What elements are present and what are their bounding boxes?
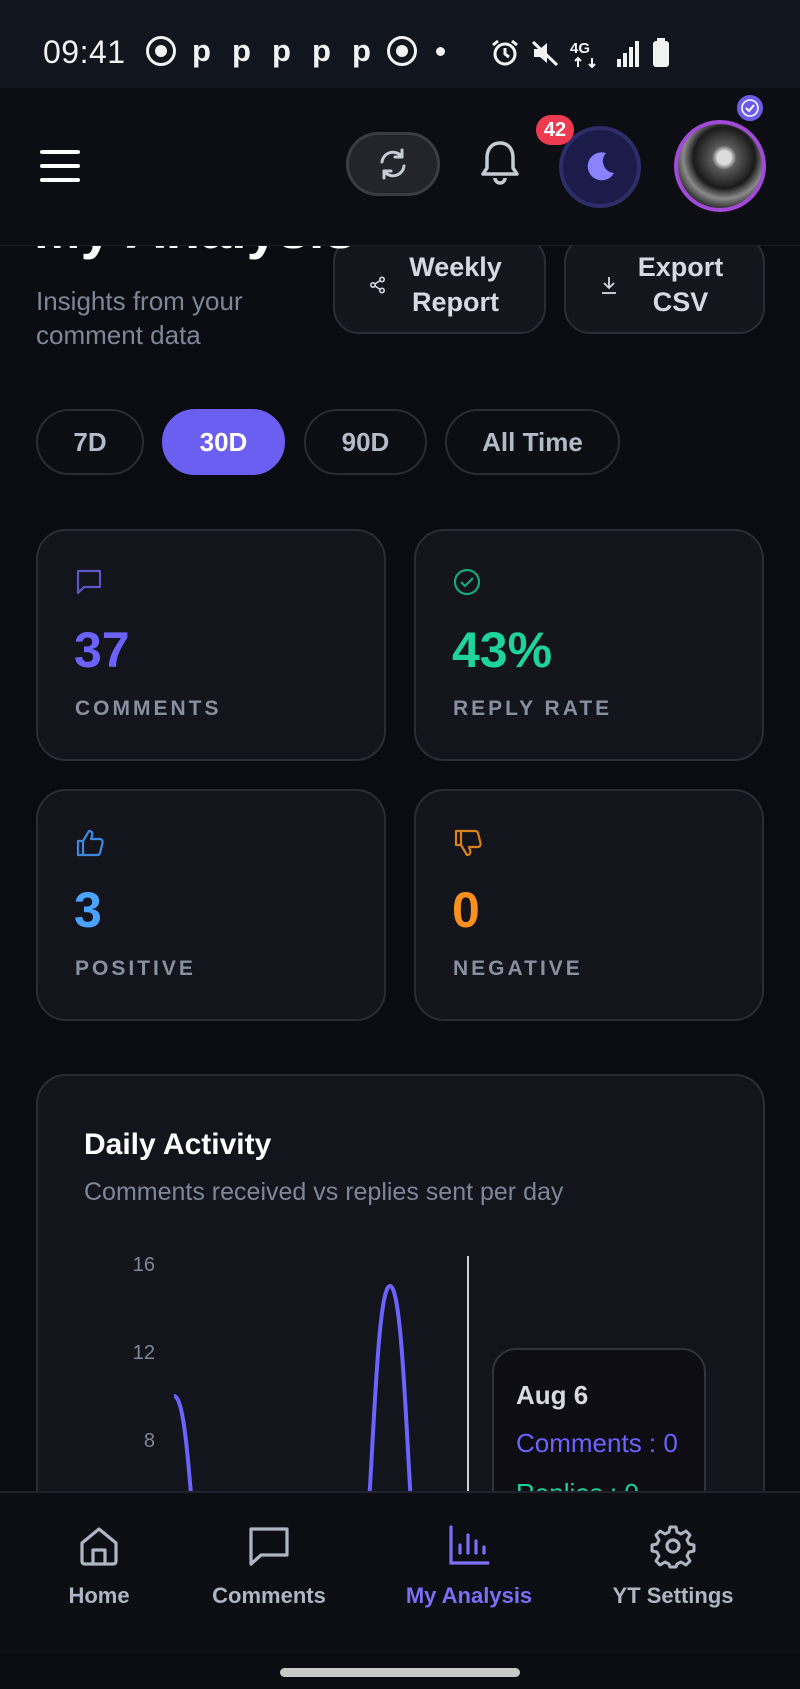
whatsapp-icon [387,36,417,66]
p-app-icon: p [352,33,371,68]
menu-icon[interactable] [40,150,80,182]
export-csv-label: Export CSV [637,252,724,317]
bar-chart-icon [449,1525,490,1565]
weekly-report-label: Weekly Report [409,252,502,317]
stat-value: 0 [452,882,480,938]
nav-home[interactable]: Home [14,1523,184,1609]
whatsapp-icon [146,36,176,66]
nav-label: My Analysis [405,1583,533,1608]
avatar[interactable] [674,120,766,212]
stat-label: COMMENTS [75,697,222,720]
refresh-button[interactable] [346,132,440,196]
thumbs-up-icon [76,829,104,857]
stat-card-positive: 3 POSITIVE [36,789,386,1021]
home-icon [80,1527,118,1566]
y-tick-label: 16 [133,1254,155,1276]
nav-label: YT Settings [612,1583,734,1608]
bell-icon [481,141,519,185]
signal-icon [617,41,639,67]
comment-icon [249,1527,289,1566]
nav-yt-settings[interactable]: YT Settings [588,1523,758,1609]
p-app-icon: p [232,33,251,68]
nav-comments[interactable]: Comments [184,1523,354,1609]
check-circle-icon [453,568,481,596]
stat-card-negative: 0 NEGATIVE [414,789,764,1021]
bottom-navigation: Home Comments My Analysis YT Settings [0,1491,800,1655]
status-time: 09:41 [43,34,126,70]
stat-card-comments: 37 COMMENTS [36,529,386,761]
battery-icon [653,38,669,67]
svg-text:4G: 4G [570,40,590,57]
alarm-icon [492,39,518,66]
verified-icon [734,92,766,124]
app-header [0,88,800,246]
stat-value: 43% [452,622,553,678]
period-90d[interactable]: 90D [304,409,427,475]
notification-icons: p p p p p [146,33,445,68]
notification-count-badge: 42 [536,115,574,145]
tooltip-date: Aug 6 [516,1380,589,1410]
share-icon [369,276,386,294]
home-indicator[interactable] [280,1668,520,1677]
period-30d[interactable]: 30D [162,409,285,475]
moon-icon [587,152,614,181]
refresh-icon [380,148,406,180]
stat-label: REPLY RATE [453,697,613,720]
gear-icon [650,1525,696,1569]
nav-label: Comments [212,1583,326,1608]
notifications-button[interactable] [474,134,526,190]
y-tick-label: 8 [144,1430,155,1452]
stat-label: POSITIVE [75,957,196,980]
nav-label: Home [68,1583,130,1608]
page-subtitle: Insights from your comment data [36,286,243,350]
system-icons: 4G [490,38,670,68]
status-bar: 09:41 p p p p p 4G [0,0,800,88]
thumbs-down-icon [454,829,482,857]
stat-card-reply-rate: 43% REPLY RATE [414,529,764,761]
stat-value: 3 [74,882,102,938]
p-app-icon: p [192,33,211,68]
p-app-icon: p [312,33,331,68]
tooltip-comments: Comments : 0 [516,1428,678,1458]
network-4g-icon: 4G [570,40,596,68]
stat-label: NEGATIVE [453,957,583,980]
y-tick-label: 12 [133,1342,155,1364]
nav-my-analysis[interactable]: My Analysis [384,1523,554,1609]
export-csv-button[interactable]: Export CSV [564,236,765,334]
download-icon [602,277,616,294]
stat-value: 37 [74,622,130,678]
mute-icon [531,40,559,67]
period-7d[interactable]: 7D [36,409,144,475]
more-notifications-dot [436,46,445,56]
comment-icon [76,569,102,595]
period-all-time[interactable]: All Time [445,409,620,475]
weekly-report-button[interactable]: Weekly Report [333,236,546,334]
p-app-icon: p [272,33,291,68]
